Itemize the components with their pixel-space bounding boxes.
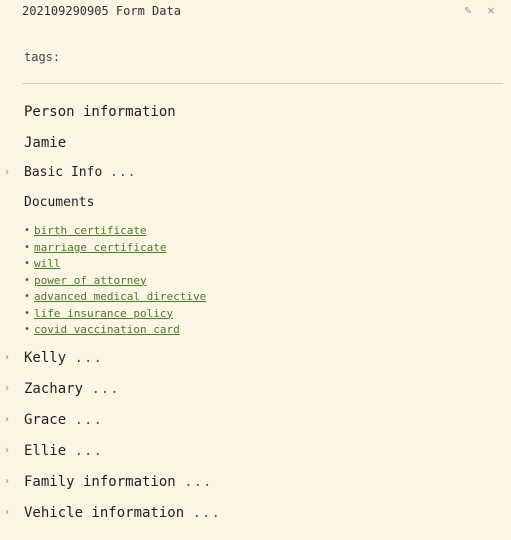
- section-label: Zachary: [24, 381, 84, 397]
- heading-person-information: Person information: [24, 104, 176, 120]
- collapsed-ellipsis[interactable]: ...: [75, 443, 103, 459]
- list-item: advanced medical directive: [24, 289, 206, 306]
- chevron-right-icon[interactable]: ›: [4, 445, 10, 456]
- list-item: will: [24, 256, 206, 273]
- pencil-icon[interactable]: ✎: [461, 3, 475, 17]
- list-item: birth certificate: [24, 223, 206, 240]
- section-label: Grace: [24, 412, 67, 428]
- section-label: Family information: [24, 474, 176, 490]
- section-family-information[interactable]: Family information ...: [24, 474, 212, 490]
- chevron-right-icon[interactable]: ›: [4, 414, 10, 425]
- document-link[interactable]: marriage certificate: [34, 241, 166, 254]
- section-ellie[interactable]: Ellie ...: [24, 443, 103, 459]
- chevron-right-icon[interactable]: ›: [4, 507, 10, 518]
- document-link[interactable]: covid vaccination card: [34, 323, 180, 336]
- document-link[interactable]: power of attorney: [34, 274, 147, 287]
- heading-jamie: Jamie: [24, 135, 67, 151]
- collapsed-ellipsis[interactable]: ...: [75, 350, 103, 366]
- document-link[interactable]: birth certificate: [34, 224, 147, 237]
- close-icon[interactable]: ✕: [484, 3, 498, 17]
- chevron-right-icon[interactable]: ›: [4, 476, 10, 487]
- window-title: 202109290905 Form Data: [22, 4, 181, 18]
- section-kelly[interactable]: Kelly ...: [24, 350, 103, 366]
- section-grace[interactable]: Grace ...: [24, 412, 103, 428]
- heading-documents: Documents: [24, 195, 95, 210]
- section-label: Ellie: [24, 443, 67, 459]
- chevron-right-icon[interactable]: ›: [4, 352, 10, 363]
- section-label: Kelly: [24, 350, 67, 366]
- list-item: marriage certificate: [24, 240, 206, 257]
- chevron-right-icon[interactable]: ›: [4, 383, 10, 394]
- list-item: life insurance policy: [24, 306, 206, 323]
- document-link[interactable]: advanced medical directive: [34, 290, 206, 303]
- collapsed-ellipsis[interactable]: ...: [91, 381, 119, 397]
- document-link[interactable]: will: [34, 257, 61, 270]
- section-label: Basic Info: [24, 165, 103, 180]
- collapsed-ellipsis[interactable]: ...: [75, 412, 103, 428]
- documents-list: birth certificate marriage certificate w…: [24, 223, 206, 339]
- list-item: power of attorney: [24, 273, 206, 290]
- collapsed-ellipsis[interactable]: ...: [193, 505, 221, 521]
- collapsed-ellipsis[interactable]: ...: [184, 474, 212, 490]
- section-vehicle-information[interactable]: Vehicle information ...: [24, 505, 221, 521]
- title-bar: 202109290905 Form Data ✎ ✕: [0, 0, 511, 22]
- collapsed-ellipsis[interactable]: ...: [110, 165, 136, 180]
- section-label: Vehicle information: [24, 505, 185, 521]
- tags-field[interactable]: tags:: [24, 50, 60, 64]
- divider: [22, 83, 503, 84]
- chevron-right-icon[interactable]: ›: [4, 167, 10, 178]
- list-item: covid vaccination card: [24, 322, 206, 339]
- section-basic-info[interactable]: Basic Info ...: [24, 165, 137, 180]
- document-link[interactable]: life insurance policy: [34, 307, 173, 320]
- section-zachary[interactable]: Zachary ...: [24, 381, 120, 397]
